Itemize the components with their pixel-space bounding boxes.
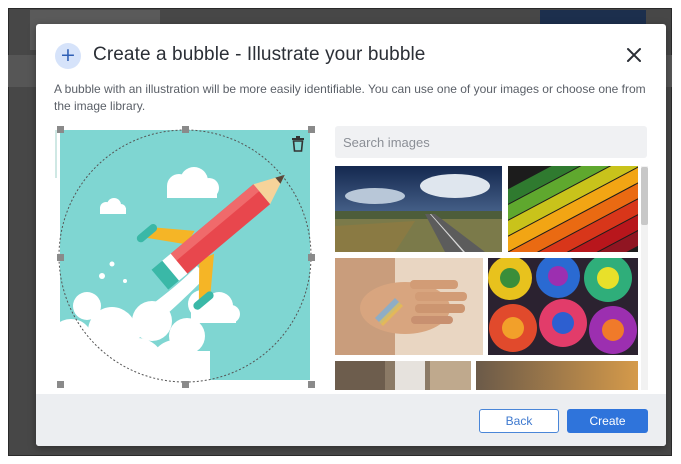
- thumbnail-hand-light[interactable]: [335, 258, 483, 355]
- dialog-header: + Create a bubble - Illustrate your bubb…: [36, 24, 666, 84]
- create-button[interactable]: Create: [567, 409, 648, 433]
- crop-handle-bottom-right[interactable]: [308, 381, 315, 388]
- thumbnail-road-landscape[interactable]: [335, 166, 502, 252]
- plus-icon: +: [55, 43, 81, 69]
- dialog-description: A bubble with an illustration will be mo…: [54, 82, 646, 113]
- crop-handle-bottom-center[interactable]: [182, 381, 189, 388]
- crop-handle-middle-left[interactable]: [57, 254, 64, 261]
- thumbnail-colored-pencils[interactable]: [508, 166, 638, 252]
- close-button[interactable]: [623, 44, 645, 66]
- dialog-title: Create a bubble - Illustrate your bubble: [93, 44, 426, 65]
- trash-icon[interactable]: [291, 136, 305, 152]
- search-input[interactable]: [335, 126, 647, 158]
- thumbnail-rainbow-roses[interactable]: [488, 258, 638, 355]
- crop-handle-top-right[interactable]: [308, 126, 315, 133]
- dialog-footer: Back Create: [36, 394, 666, 446]
- create-bubble-dialog: + Create a bubble - Illustrate your bubb…: [36, 24, 666, 446]
- image-editor[interactable]: [55, 126, 315, 390]
- crop-handle-top-left[interactable]: [57, 126, 64, 133]
- image-library-grid: [335, 166, 648, 390]
- app-top-button-dimmed: [540, 10, 646, 24]
- gallery-scroll-thumb[interactable]: [641, 167, 648, 225]
- thumbnail-waterfall[interactable]: [335, 361, 471, 390]
- crop-handle-top-center[interactable]: [182, 126, 189, 133]
- back-button[interactable]: Back: [479, 409, 559, 433]
- selected-illustration: [57, 126, 313, 390]
- rocket-pencil-illustration: [57, 126, 313, 390]
- crop-handle-bottom-left[interactable]: [57, 381, 64, 388]
- gallery-scrollbar[interactable]: [641, 166, 648, 390]
- crop-handle-middle-right[interactable]: [308, 254, 315, 261]
- close-icon: [627, 48, 641, 62]
- thumbnail-sunset-sky[interactable]: [476, 361, 638, 390]
